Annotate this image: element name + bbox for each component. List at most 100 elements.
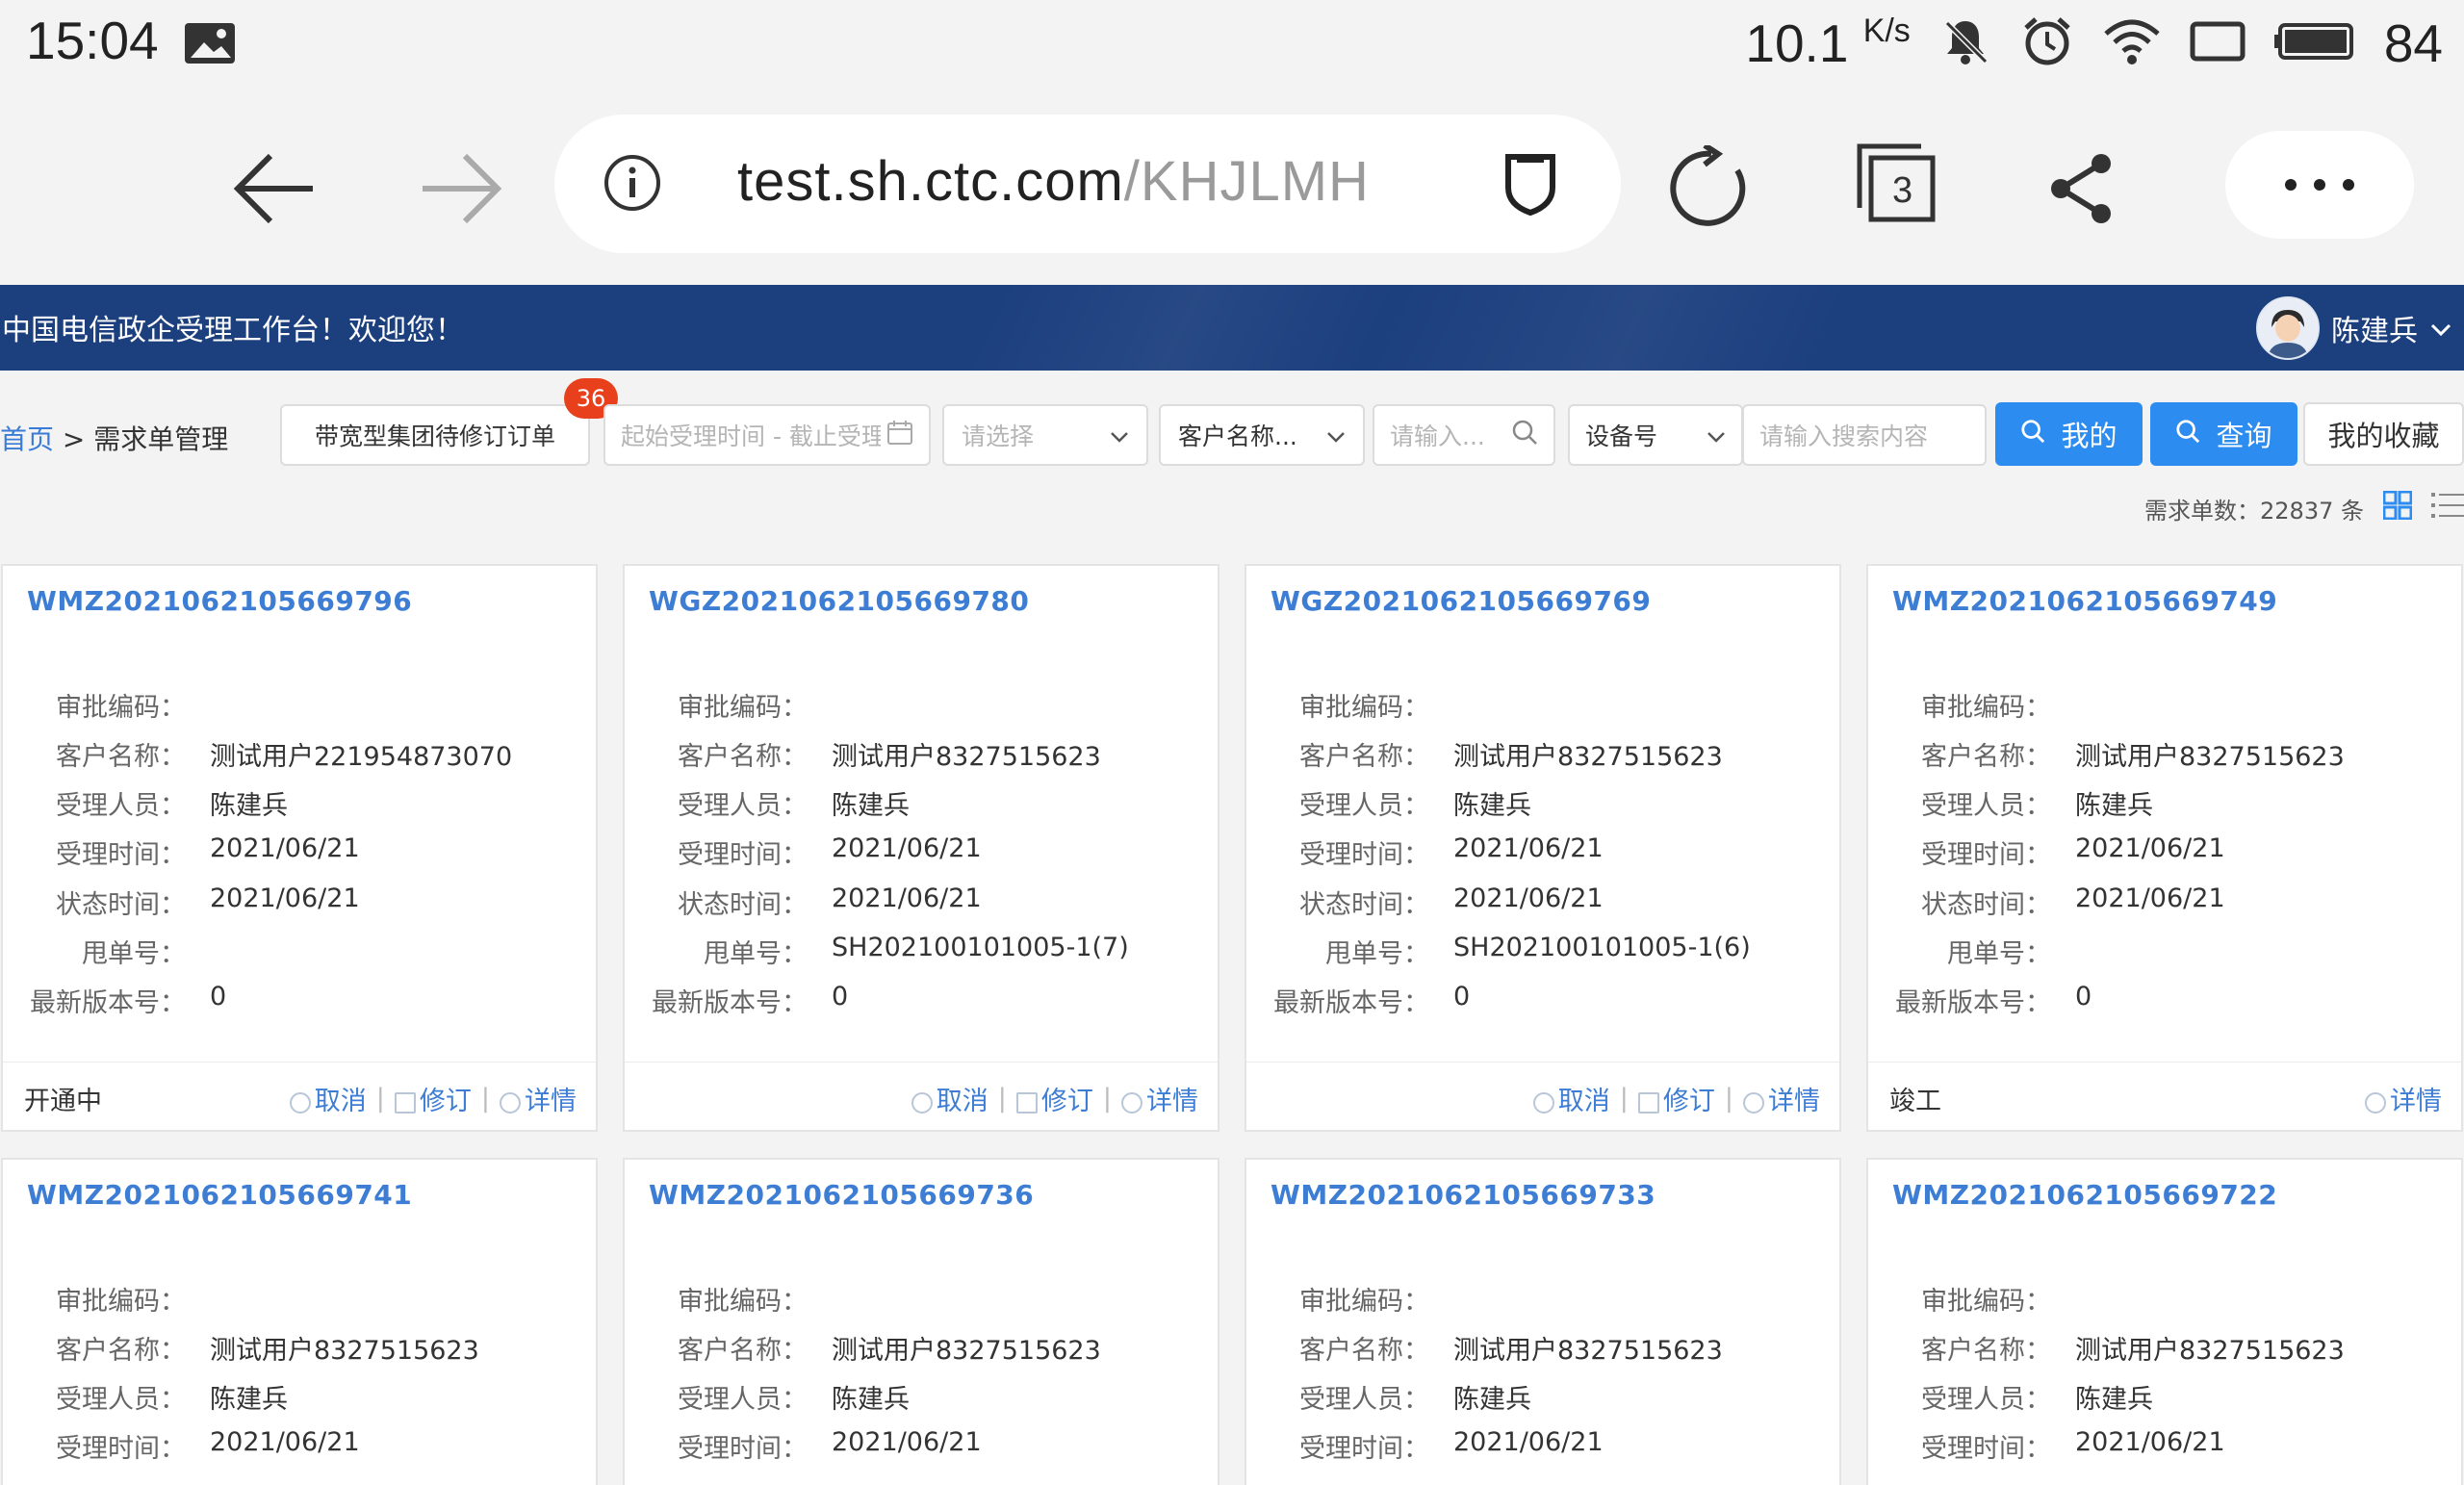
order-card[interactable]: WGZ2021062105669780 审批编码： 客户名称： 测试用户8327… [623,564,1219,1132]
order-id-link[interactable]: WMZ2021062105669722 [1892,1179,2277,1211]
order-card[interactable]: WMZ2021062105669741 审批编码： 客户名称： 测试用户8327… [1,1158,598,1485]
detail-link[interactable]: 详情 [500,1080,577,1117]
field-value: 测试用户8327515623 [832,742,1101,772]
field-label: 甩单号： [1325,939,1429,969]
field-label: 受理时间： [678,840,808,870]
app-header: 中国电信政企受理工作台！欢迎您！ 陈建兵 [0,285,2464,371]
field-value: 测试用户8327515623 [1453,1336,1723,1366]
order-card[interactable]: WGZ2021062105669769 审批编码： 客户名称： 测试用户8327… [1245,564,1841,1132]
grid-view-icon[interactable] [2382,490,2413,525]
mute-bell-icon [1939,15,1991,72]
order-id-link[interactable]: WMZ2021062105669741 [27,1179,412,1211]
field-label: 受理人员： [1921,791,2051,821]
order-count: 需求单数：22837 条 [2144,497,2364,525]
status-select[interactable]: 请选择 [942,404,1148,466]
revise-link[interactable]: 修订 [1637,1080,1715,1117]
field-label: 最新版本号： [30,988,186,1018]
address-bar[interactable]: test.sh.ctc.com/KHJLMH [554,115,1621,253]
cancel-icon [911,1091,933,1114]
field-value: 2021/06/21 [2075,1427,2225,1457]
field-value: 测试用户8327515623 [2075,1336,2345,1366]
order-card[interactable]: WMZ2021062105669722 审批编码： 客户名称： 测试用户8327… [1866,1158,2463,1485]
customer-field-select[interactable]: 客户名称... [1159,404,1365,466]
wifi-icon [2103,16,2161,71]
field-label: 甩单号： [704,939,808,969]
field-value: 0 [210,982,227,1011]
field-label: 审批编码： [1921,693,2051,723]
order-card[interactable]: WMZ2021062105669749 审批编码： 客户名称： 测试用户8327… [1866,564,2463,1132]
field-value: 2021/06/21 [832,883,982,913]
field-label: 最新版本号： [1273,988,1429,1018]
detail-link[interactable]: 详情 [1743,1080,1820,1117]
field-label: 最新版本号： [652,988,808,1018]
field-label: 客户名称： [1299,1336,1429,1366]
more-menu-button[interactable] [2225,131,2414,239]
order-id-link[interactable]: WGZ2021062105669780 [649,585,1029,617]
order-card[interactable]: WMZ2021062105669733 审批编码： 客户名称： 测试用户8327… [1245,1158,1841,1485]
status-text: 开通中 [24,1087,102,1116]
order-type-filter[interactable]: 带宽型集团待修订订单 [280,404,590,466]
order-id-link[interactable]: WMZ2021062105669796 [27,585,412,617]
field-value: 测试用户8327515623 [2075,742,2345,772]
tabs-button[interactable]: 3 [1849,136,1945,232]
user-menu[interactable]: 陈建兵 [2256,296,2452,360]
field-value: 陈建兵 [2075,1385,2153,1415]
field-label: 客户名称： [1299,742,1429,772]
cancel-link[interactable]: 取消 [1532,1080,1610,1117]
reload-icon[interactable] [1663,141,1759,237]
query-button[interactable]: 查询 [2150,402,2297,466]
order-count-bar: 需求单数：22837 条 [2144,489,2464,527]
info-icon [1121,1091,1142,1114]
order-id-link[interactable]: WMZ2021062105669736 [649,1179,1034,1211]
edit-icon [394,1091,416,1114]
chevron-down-icon [2429,312,2452,346]
field-value: 测试用户221954873070 [210,742,513,772]
url-text[interactable]: test.sh.ctc.com/KHJLMH [737,149,1370,214]
image-notification-icon [183,21,237,69]
field-label: 受理时间： [1299,840,1429,870]
order-id-link[interactable]: WMZ2021062105669733 [1270,1179,1656,1211]
edit-icon [1637,1091,1659,1114]
search-icon [2175,418,2200,450]
field-value: 测试用户8327515623 [1453,742,1723,772]
customer-search-input[interactable]: 请输入... [1373,404,1555,466]
field-value: 2021/06/21 [210,1427,360,1457]
cancel-link[interactable]: 取消 [911,1080,988,1117]
revise-link[interactable]: 修订 [1015,1080,1093,1117]
field-value: 测试用户8327515623 [210,1336,479,1366]
battery-icon [2273,21,2355,66]
breadcrumb-home-link[interactable]: 首页 [0,423,54,455]
field-label: 客户名称： [56,742,186,772]
breadcrumb-current: 需求单管理 [93,423,229,455]
device-field-select[interactable]: 设备号 [1568,404,1743,466]
list-view-icon[interactable] [2431,491,2464,525]
site-info-icon[interactable] [603,153,662,217]
revise-link[interactable]: 修订 [394,1080,472,1117]
field-label: 受理人员： [56,1385,186,1415]
welcome-text: 中国电信政企受理工作台！欢迎您！ [2,314,464,347]
back-button[interactable] [227,141,323,237]
order-id-link[interactable]: WMZ2021062105669749 [1892,585,2277,617]
detail-link[interactable]: 详情 [2365,1080,2442,1117]
shield-icon[interactable] [1503,151,1557,220]
field-label: 审批编码： [56,1287,186,1317]
date-range-picker[interactable]: 起始受理时间 - 截止受理 [603,404,931,466]
my-favorites-button[interactable]: 我的收藏 [2303,402,2464,466]
detail-link[interactable]: 详情 [1121,1080,1198,1117]
search-icon[interactable] [1511,419,1538,451]
field-value: 2021/06/21 [832,1427,982,1457]
device-search-input[interactable]: 请输入搜索内容 [1742,404,1987,466]
order-id-link[interactable]: WGZ2021062105669769 [1270,585,1651,617]
order-card[interactable]: WMZ2021062105669796 审批编码： 客户名称： 测试用户2219… [1,564,598,1132]
field-value: 2021/06/21 [1453,1427,1604,1457]
field-label: 状态时间： [1921,890,2051,920]
share-icon[interactable] [2034,141,2130,237]
field-label: 受理时间： [1299,1434,1429,1464]
cancel-link[interactable]: 取消 [289,1080,367,1117]
forward-button[interactable] [412,141,508,237]
search-icon [2020,418,2045,450]
order-card[interactable]: WMZ2021062105669736 审批编码： 客户名称： 测试用户8327… [623,1158,1219,1485]
status-time: 15:04 [26,11,159,70]
field-label: 受理时间： [678,1434,808,1464]
my-orders-button[interactable]: 我的 [1995,402,2143,466]
